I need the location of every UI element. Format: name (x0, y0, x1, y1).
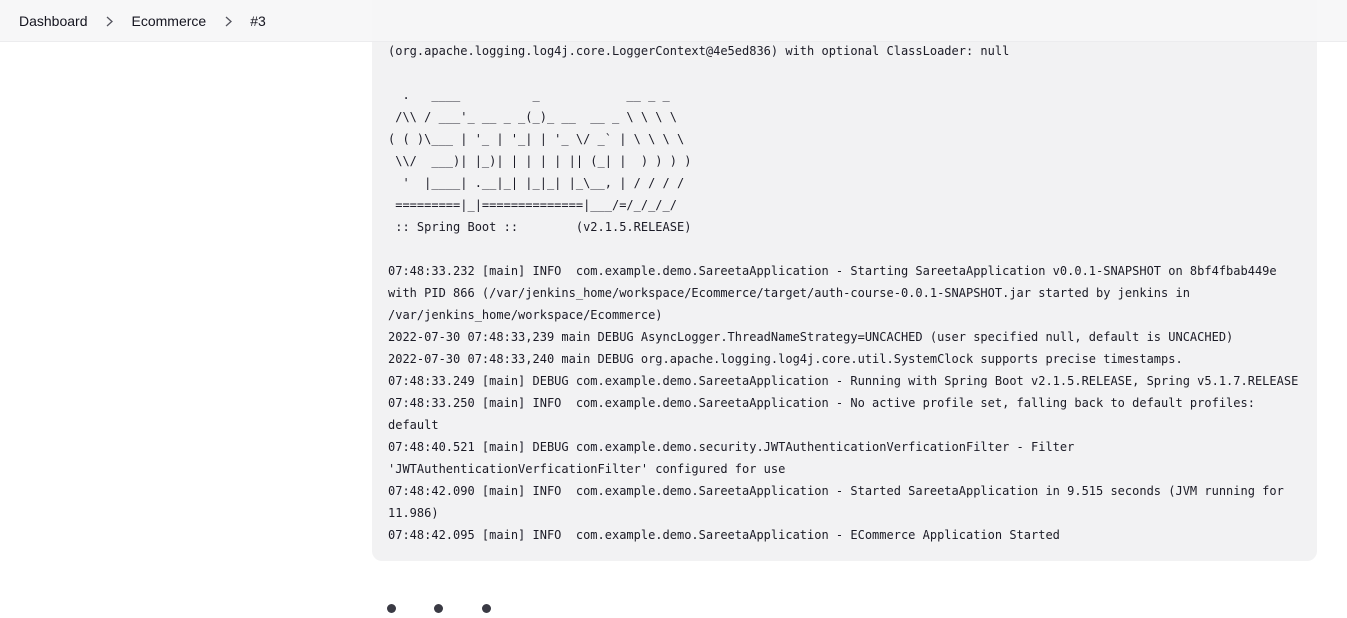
console-line: 07:48:33.232 [main] INFO com.example.dem… (388, 264, 1277, 278)
console-line: =========|_|==============|___/=/_/_/_/ (388, 198, 677, 212)
console-line: 2022-07-30 07:48:33,239 main DEBUG Async… (388, 330, 1234, 344)
console-log: (org.apache.logging.log4j.core.LoggerCon… (388, 40, 1308, 546)
breadcrumb-item-dashboard[interactable]: Dashboard (19, 13, 88, 29)
console-line: 07:48:33.249 [main] DEBUG com.example.de… (388, 374, 1299, 388)
loading-dot (482, 604, 491, 613)
console-line: 2022-07-30 07:48:33,240 main DEBUG org.a… (388, 352, 1183, 366)
chevron-right-icon (88, 0, 132, 42)
console-line: 07:48:42.095 [main] INFO com.example.dem… (388, 528, 1060, 542)
breadcrumb-item-build-3[interactable]: #3 (250, 13, 266, 29)
console-line: \\/ ___)| |_)| | | | | || (_| | ) ) ) ) (388, 154, 692, 168)
loading-dot (434, 604, 443, 613)
console-line: /var/jenkins_home/workspace/Ecommerce) (388, 308, 663, 322)
loading-dots-icon (387, 604, 497, 614)
chevron-right-icon (206, 0, 250, 42)
console-line: ' |____| .__|_| |_|_| |_\__, | / / / / (388, 176, 685, 190)
console-line: ( ( )\___ | '_ | '_| | '_ \/ _` | \ \ \ … (388, 132, 685, 146)
console-line: 07:48:42.090 [main] INFO com.example.dem… (388, 484, 1284, 498)
console-line: (org.apache.logging.log4j.core.LoggerCon… (388, 44, 1010, 58)
console-line: 11.986) (388, 506, 439, 520)
console-line: with PID 866 (/var/jenkins_home/workspac… (388, 286, 1190, 300)
console-line: default (388, 418, 439, 432)
console-line: :: Spring Boot :: (v2.1.5.RELEASE) (388, 220, 692, 234)
console-line: 'JWTAuthenticationVerficationFilter' con… (388, 462, 786, 476)
console-line: . ____ _ __ _ _ (388, 88, 670, 102)
console-line: /\\ / ___'_ __ _ _(_)_ __ __ _ \ \ \ \ (388, 110, 677, 124)
console-line: 07:48:40.521 [main] DEBUG com.example.de… (388, 440, 1075, 454)
top-bar: Dashboard Ecommerce #3 (0, 0, 1347, 42)
loading-dot (387, 604, 396, 613)
breadcrumb: Dashboard Ecommerce #3 (19, 0, 266, 42)
breadcrumb-item-ecommerce[interactable]: Ecommerce (132, 13, 207, 29)
console-line: 07:48:33.250 [main] INFO com.example.dem… (388, 396, 1255, 410)
